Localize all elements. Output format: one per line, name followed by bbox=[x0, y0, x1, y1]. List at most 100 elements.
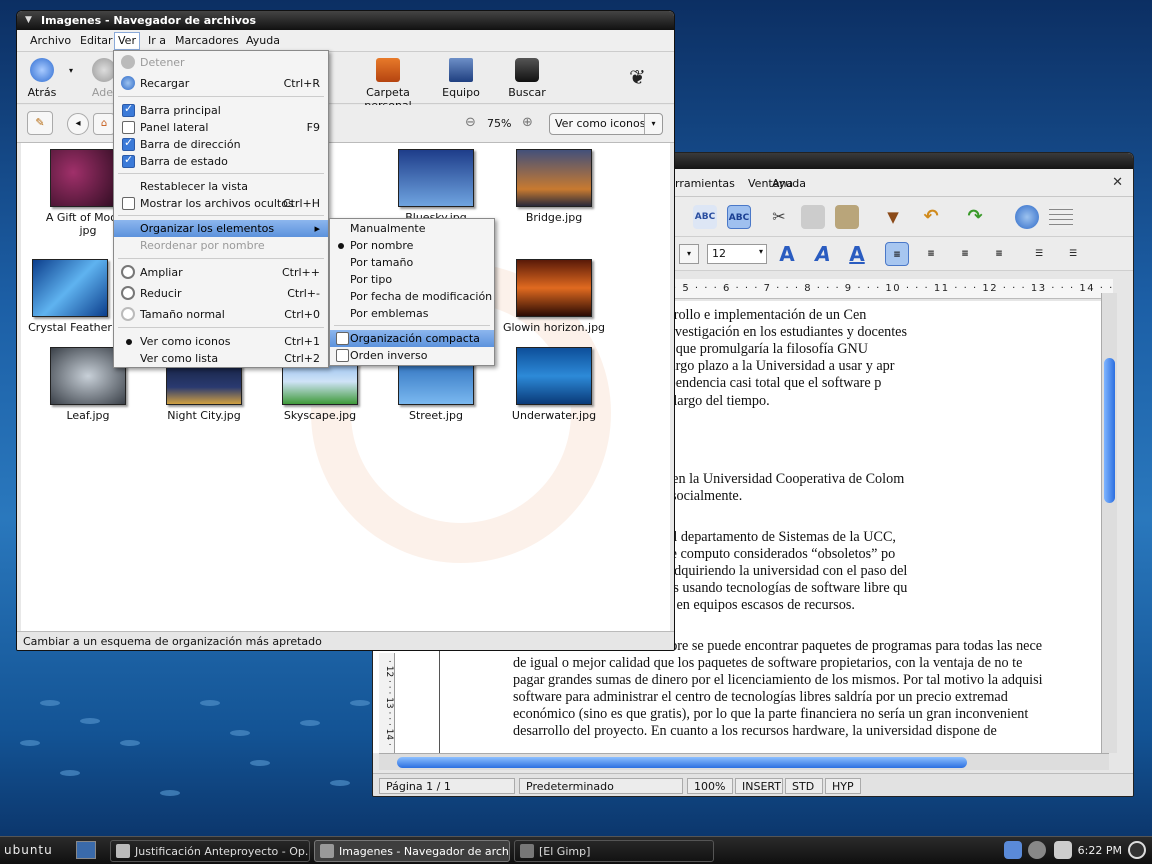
menu-ayuda[interactable]: Ayuda bbox=[243, 34, 283, 47]
task-writer[interactable]: Justificación Anteproyecto - Op... bbox=[110, 840, 310, 862]
font-name-dropdown-icon[interactable]: ▾ bbox=[679, 244, 699, 264]
window-menu-icon[interactable]: ▼ bbox=[25, 15, 32, 25]
menu-ir-a[interactable]: Ir a bbox=[145, 34, 169, 47]
menu-item-barra-estado[interactable]: Barra de estado bbox=[114, 153, 328, 170]
submenu-item-tipo[interactable]: Por tipo bbox=[330, 271, 494, 288]
menu-archivo[interactable]: Archivo bbox=[27, 34, 74, 47]
path-home-icon[interactable]: ⌂ bbox=[93, 113, 115, 135]
menu-item-organizar[interactable]: Organizar los elementos ▸ bbox=[114, 220, 328, 237]
submenu-item-nombre[interactable]: Por nombre bbox=[330, 237, 494, 254]
menu-item-ver-iconos[interactable]: Ver como iconos Ctrl+1 bbox=[114, 333, 328, 350]
menu-item-reordenar[interactable]: Reordenar por nombre bbox=[114, 237, 328, 254]
underline-icon[interactable]: A bbox=[845, 242, 869, 266]
home-button[interactable]: Carpeta personal bbox=[343, 56, 433, 112]
numbering-icon[interactable]: ☰ bbox=[1027, 242, 1051, 266]
undo-icon[interactable]: ↶ bbox=[919, 205, 943, 229]
file-item[interactable]: Underwater.jpg bbox=[499, 347, 609, 422]
insert-mode[interactable]: INSERT bbox=[735, 778, 783, 794]
menu-marcadores[interactable]: Marcadores bbox=[172, 34, 242, 47]
copy-icon[interactable] bbox=[801, 205, 825, 229]
zoom-in-icon bbox=[121, 265, 135, 279]
table-icon[interactable] bbox=[1049, 205, 1073, 229]
clock[interactable]: 6:22 PM bbox=[1078, 844, 1122, 857]
menu-item-label: Por nombre bbox=[350, 239, 414, 252]
checkbox-unchecked bbox=[122, 197, 135, 210]
redo-icon[interactable]: ↷ bbox=[963, 205, 987, 229]
menu-editar[interactable]: Editar bbox=[77, 34, 116, 47]
italic-icon[interactable]: A bbox=[811, 242, 835, 266]
scroll-thumb[interactable] bbox=[397, 757, 967, 768]
show-desktop-icon[interactable] bbox=[76, 841, 96, 859]
vertical-ruler[interactable]: · 12 · · · 13 · · · 14 · bbox=[379, 653, 395, 753]
menu-item-panel-lateral[interactable]: Panel lateral F9 bbox=[114, 119, 328, 136]
menu-item-recargar[interactable]: Recargar Ctrl+R bbox=[114, 75, 328, 92]
stop-icon bbox=[121, 55, 135, 69]
menu-item-barra-direccion[interactable]: Barra de dirección bbox=[114, 136, 328, 153]
spellcheck-icon[interactable]: ABC bbox=[693, 205, 717, 229]
ubuntu-logo[interactable]: ubuntu bbox=[4, 843, 53, 857]
menu-herramientas[interactable]: rramientas bbox=[675, 177, 735, 190]
zoom-indicator[interactable]: 100% bbox=[687, 778, 733, 794]
menu-item-label: Por fecha de modificación bbox=[350, 290, 493, 303]
menu-item-tamano-normal[interactable]: Tamaño normal Ctrl+0 bbox=[114, 306, 328, 323]
menu-item-restablecer[interactable]: Restablecer la vista bbox=[114, 178, 328, 195]
file-item[interactable]: Crystal Feather bbox=[21, 259, 125, 334]
submenu-item-compacta[interactable]: Organización compacta bbox=[330, 330, 494, 347]
zoom-out-icon[interactable]: ⊖ bbox=[465, 115, 476, 130]
submenu-item-manual[interactable]: Manualmente bbox=[330, 220, 494, 237]
menu-item-detener[interactable]: Detener bbox=[114, 54, 328, 71]
bold-icon[interactable]: A bbox=[775, 242, 799, 266]
menu-item-ampliar[interactable]: Ampliar Ctrl++ bbox=[114, 264, 328, 281]
task-label: [El Gimp] bbox=[539, 845, 591, 858]
menu-ayuda[interactable]: Ayuda bbox=[772, 177, 806, 190]
scroll-thumb[interactable] bbox=[1104, 358, 1115, 503]
computer-button[interactable]: Equipo bbox=[441, 56, 481, 99]
format-paintbrush-icon[interactable]: ▼ bbox=[881, 205, 905, 229]
cut-icon[interactable]: ✂ bbox=[767, 205, 791, 229]
justify-icon[interactable]: ≡ bbox=[987, 242, 1011, 266]
back-button[interactable]: Atrás bbox=[25, 56, 59, 99]
horizontal-scrollbar[interactable] bbox=[379, 753, 1109, 770]
zoom-in-icon[interactable]: ⊕ bbox=[522, 115, 533, 130]
submenu-item-tamano[interactable]: Por tamaño bbox=[330, 254, 494, 271]
power-icon[interactable] bbox=[1128, 841, 1146, 859]
task-gimp[interactable]: [El Gimp] bbox=[514, 840, 714, 862]
menu-item-label: Barra de estado bbox=[140, 155, 228, 168]
autospellcheck-icon[interactable]: ABC bbox=[727, 205, 751, 229]
file-item[interactable]: Bridge.jpg bbox=[499, 149, 609, 224]
user-icon[interactable] bbox=[1004, 841, 1022, 859]
hyperlink-icon[interactable] bbox=[1015, 205, 1039, 229]
menubar: Archivo Editar Ver Ir a Marcadores Ayuda bbox=[17, 30, 674, 52]
task-nautilus[interactable]: Imagenes - Navegador de archivos bbox=[314, 840, 510, 862]
path-left-icon[interactable]: ◂ bbox=[67, 113, 89, 135]
align-center-icon[interactable]: ≡ bbox=[919, 242, 943, 266]
submenu-item-fecha[interactable]: Por fecha de modificación bbox=[330, 288, 494, 305]
edit-location-icon[interactable]: ✎ bbox=[27, 111, 53, 135]
paste-icon[interactable] bbox=[835, 205, 859, 229]
menu-item-reducir[interactable]: Reducir Ctrl+- bbox=[114, 285, 328, 302]
submenu-item-inverso[interactable]: Orden inverso bbox=[330, 347, 494, 364]
menu-item-label: Por emblemas bbox=[350, 307, 429, 320]
menu-item-barra-principal[interactable]: Barra principal bbox=[114, 102, 328, 119]
back-history-icon[interactable]: ▾ bbox=[69, 66, 73, 75]
view-mode-select[interactable]: Ver como iconos ▾ bbox=[549, 113, 663, 135]
search-icon[interactable] bbox=[1028, 841, 1046, 859]
doc-line: desarrollo del proyecto. En cuanto a los… bbox=[513, 723, 997, 739]
submenu-item-emblemas[interactable]: Por emblemas bbox=[330, 305, 494, 322]
menu-ver[interactable]: Ver bbox=[114, 32, 140, 50]
search-button[interactable]: Buscar bbox=[507, 56, 547, 99]
window-titlebar[interactable]: ▼ Imagenes - Navegador de archivos bbox=[17, 11, 674, 30]
vertical-scrollbar[interactable] bbox=[1101, 293, 1117, 753]
file-item[interactable]: Glowin horizon.jpg bbox=[499, 259, 609, 334]
menu-item-mostrar-ocultos[interactable]: Mostrar los archivos ocultos Ctrl+H bbox=[114, 195, 328, 212]
network-icon[interactable] bbox=[1054, 841, 1072, 859]
close-icon[interactable]: ✕ bbox=[1112, 175, 1123, 190]
file-item[interactable]: Bluesky.jpg bbox=[381, 149, 491, 224]
menu-item-ver-lista[interactable]: Ver como lista Ctrl+2 bbox=[114, 350, 328, 367]
align-right-icon[interactable]: ≡ bbox=[953, 242, 977, 266]
bullets-icon[interactable]: ☰ bbox=[1061, 242, 1085, 266]
align-left-icon[interactable]: ≡ bbox=[885, 242, 909, 266]
hyperlink-mode[interactable]: HYP bbox=[825, 778, 861, 794]
font-size-field[interactable]: 12 ▾ bbox=[707, 244, 767, 264]
selection-mode[interactable]: STD bbox=[785, 778, 823, 794]
